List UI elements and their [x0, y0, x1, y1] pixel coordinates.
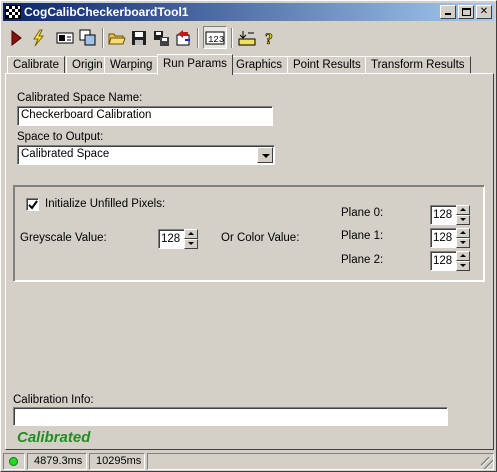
calibrated-space-label: Calibrated Space Name: [17, 92, 143, 104]
color-value-label: Or Color Value: [221, 232, 300, 244]
run-params-panel: Calibrated Space Name: Checkerboard Cali… [5, 73, 494, 450]
result-grid-button[interactable]: 123 [203, 26, 227, 49]
space-output-value: Calibrated Space [21, 148, 110, 160]
chevron-down-icon[interactable] [257, 147, 273, 163]
plane0-value[interactable]: 128 [430, 205, 456, 225]
plane2-up-button[interactable] [456, 251, 470, 261]
toolbar-separator [102, 28, 104, 48]
window-title: CogCalibCheckerboardTool1 [24, 5, 189, 19]
open-icon [108, 33, 126, 44]
plane2-value[interactable]: 128 [430, 251, 456, 271]
save-icon [132, 30, 146, 45]
plane0-label: Plane 0: [341, 207, 384, 219]
space-output-label: Space to Output: [17, 131, 104, 143]
run-time: 10295ms [89, 453, 145, 470]
plane0-down-button[interactable] [456, 215, 470, 225]
plane2-down-button[interactable] [456, 261, 470, 271]
calibration-info-label: Calibration Info: [13, 394, 94, 406]
calibrated-space-input[interactable]: Checkerboard Calibration [17, 106, 273, 126]
help-icon: ? [265, 30, 274, 47]
show-image-button[interactable] [53, 26, 77, 49]
plane2-label: Plane 2: [341, 254, 384, 266]
close-icon: ✕ [479, 6, 489, 17]
plane1-label: Plane 1: [341, 230, 384, 242]
toolbar-separator [231, 28, 233, 48]
resize-grip[interactable] [481, 457, 493, 469]
reset-icon [176, 29, 190, 45]
maximize-button[interactable] [458, 5, 474, 19]
status-bar: 4879.3ms 10295ms [3, 453, 494, 470]
tool-window: CogCalibCheckerboardTool1 ✕ 123 ? Calibr… [0, 0, 497, 472]
svg-text:123: 123 [208, 35, 224, 45]
plane1-down-button[interactable] [456, 238, 470, 248]
tab-warping[interactable]: Warping [104, 56, 159, 74]
status-message [147, 453, 494, 470]
svg-text:?: ? [265, 31, 273, 47]
calibration-status: Calibrated [17, 429, 91, 446]
plane0-up-button[interactable] [456, 205, 470, 215]
floating-display-icon [238, 30, 256, 45]
local-graphics-icon [79, 29, 96, 45]
show-image-icon [56, 32, 74, 43]
save-settings-button[interactable] [150, 26, 172, 49]
checkmark-icon [28, 200, 38, 210]
greyscale-label: Greyscale Value: [20, 232, 107, 244]
run-icon [11, 29, 22, 46]
electric-run-button[interactable] [27, 26, 49, 49]
tab-run-params[interactable]: Run Params [157, 54, 233, 75]
help-button[interactable]: ? [259, 26, 281, 49]
electric-run-icon [33, 29, 45, 46]
status-led-cell [3, 453, 25, 470]
reset-button[interactable] [172, 26, 194, 49]
maximize-icon [462, 8, 471, 16]
local-graphics-button[interactable] [77, 26, 99, 49]
open-button[interactable] [106, 26, 128, 49]
status-led-icon [9, 457, 18, 466]
tab-origin[interactable]: Origin [66, 56, 109, 74]
plane1-up-button[interactable] [456, 228, 470, 238]
save-settings-icon [154, 30, 169, 46]
greyscale-up-button[interactable] [184, 229, 198, 239]
result-grid-icon: 123 [205, 31, 225, 45]
minimize-button[interactable] [440, 5, 456, 19]
plane1-spinner[interactable]: 128 [430, 228, 470, 248]
tab-strip: Calibrate Origin Warping Run Params Grap… [5, 54, 494, 75]
total-time: 4879.3ms [27, 453, 87, 470]
greyscale-spinner[interactable]: 128 [158, 229, 198, 249]
close-button[interactable]: ✕ [476, 5, 492, 19]
tab-graphics[interactable]: Graphics [230, 56, 289, 74]
minimize-icon [445, 13, 451, 15]
tab-transform-results[interactable]: Transform Results [365, 56, 471, 74]
plane2-spinner[interactable]: 128 [430, 251, 470, 271]
init-unfilled-label: Initialize Unfilled Pixels: [45, 198, 166, 210]
title-bar[interactable]: CogCalibCheckerboardTool1 ✕ [3, 3, 494, 21]
run-button[interactable] [5, 26, 27, 49]
tab-calibrate[interactable]: Calibrate [7, 56, 66, 74]
init-unfilled-checkbox[interactable] [26, 198, 39, 211]
checkerboard-app-icon [5, 5, 21, 19]
plane1-value[interactable]: 128 [430, 228, 456, 248]
plane0-spinner[interactable]: 128 [430, 205, 470, 225]
calibration-info-field[interactable] [13, 407, 448, 426]
tab-point-results[interactable]: Point Results [287, 56, 367, 74]
toolbar-separator [197, 28, 199, 48]
greyscale-value[interactable]: 128 [158, 229, 184, 249]
save-button[interactable] [128, 26, 150, 49]
floating-display-button[interactable] [236, 26, 258, 49]
space-output-select[interactable]: Calibrated Space [17, 145, 275, 165]
greyscale-down-button[interactable] [184, 239, 198, 249]
